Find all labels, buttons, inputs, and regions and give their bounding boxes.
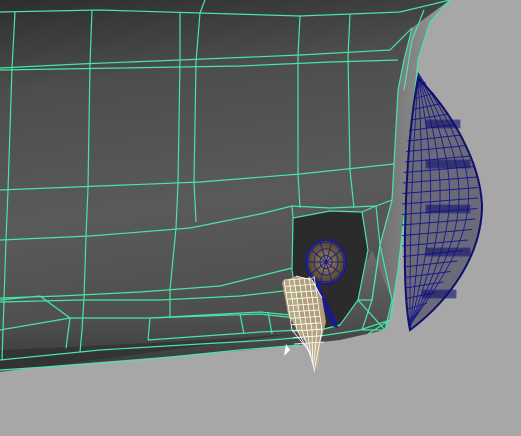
- 3d-viewport[interactable]: [0, 0, 521, 436]
- headlight-reflector-slot: [425, 204, 471, 214]
- headlight-reflector-slot: [425, 247, 471, 257]
- viewport-canvas[interactable]: [0, 0, 521, 436]
- headlight-reflector-slot: [425, 159, 471, 169]
